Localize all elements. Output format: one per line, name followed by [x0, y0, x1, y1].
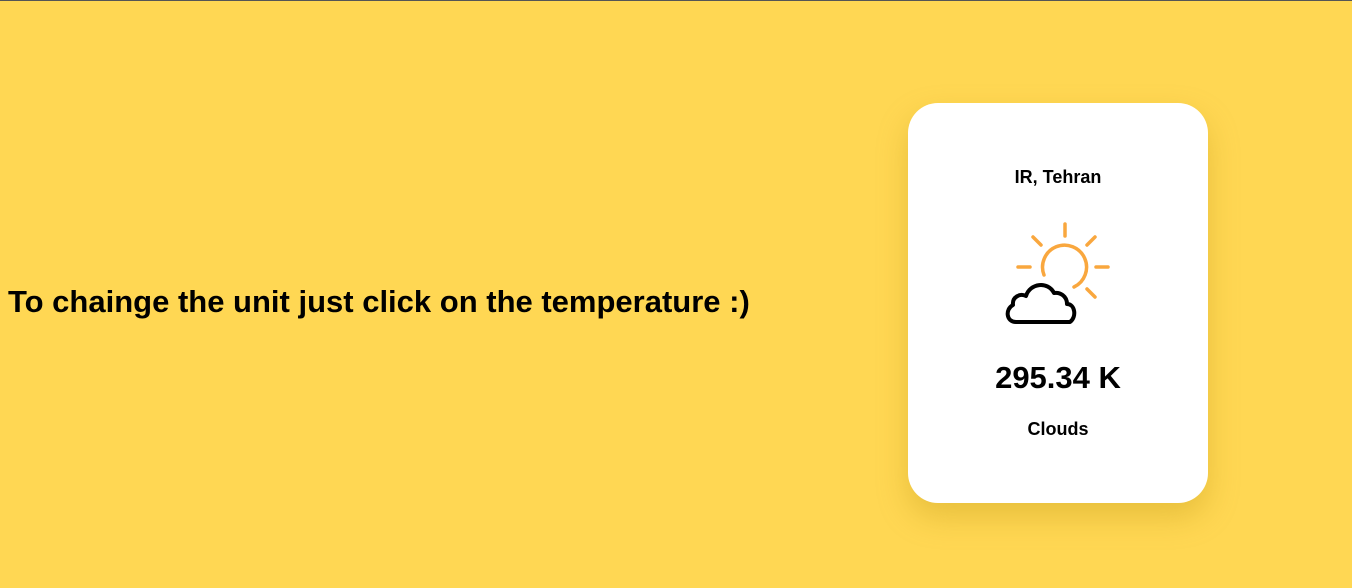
temperature-value[interactable]: 295.34 K [908, 360, 1208, 396]
location-label: IR, Tehran [1014, 167, 1102, 187]
sun-behind-cloud-icon [1004, 219, 1114, 329]
unit-hint-heading: To chainge the unit just click on the te… [8, 284, 750, 319]
weather-card: IR, Tehran 295.34 K Clouds [908, 103, 1208, 503]
weather-condition: Clouds [1027, 419, 1089, 439]
